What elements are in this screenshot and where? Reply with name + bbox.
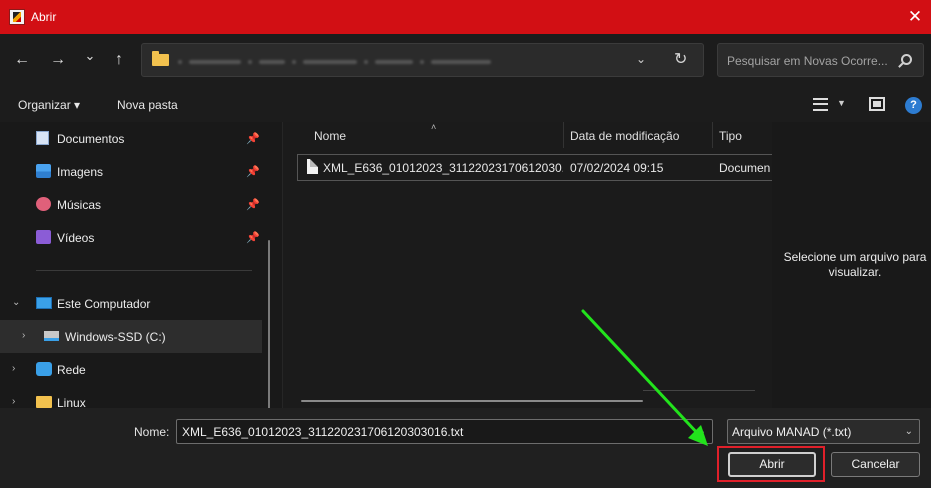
- search-input[interactable]: Pesquisar em Novas Ocorre...: [717, 43, 924, 77]
- documents-icon: [36, 131, 49, 145]
- address-row: ← → ⌄ ↑ ⌄ ↻ Pesquisar em Novas Ocorre...: [0, 34, 931, 88]
- text-file-icon: [307, 159, 318, 174]
- sidebar-item-label: Documentos: [57, 132, 125, 146]
- sidebar-item-musicas[interactable]: Músicas 📌: [0, 188, 262, 221]
- file-type-filter-select[interactable]: Arquivo MANAD (*.txt) ⌄: [727, 419, 920, 444]
- pin-icon[interactable]: 📌: [246, 198, 260, 211]
- music-icon: [36, 197, 51, 211]
- preview-pane-icon[interactable]: [869, 97, 885, 111]
- sidebar-item-label: Rede: [57, 363, 86, 377]
- recent-locations-chevron-icon[interactable]: ⌄: [79, 45, 101, 67]
- pin-icon[interactable]: 📌: [246, 231, 260, 244]
- videos-icon: [36, 230, 51, 244]
- file-type-filter-value: Arquivo MANAD (*.txt): [732, 425, 852, 439]
- dialog-footer: Nome: XML_E636_01012023_3112202317061203…: [0, 408, 931, 488]
- sidebar-item-label: Vídeos: [57, 231, 95, 245]
- sidebar-item-linux[interactable]: › Linux: [0, 386, 262, 408]
- preview-message-line1: Selecione um arquivo para: [783, 250, 927, 264]
- file-name-label: Nome:: [134, 425, 170, 439]
- file-name: XML_E636_01012023_31122023170612030...: [323, 161, 563, 175]
- horizontal-scrollbar[interactable]: [301, 400, 643, 402]
- navigation-pane: Documentos 📌 Imagens 📌 Músicas 📌 Vídeos …: [0, 122, 270, 408]
- preview-pane: Selecione um arquivo para visualizar.: [772, 122, 931, 408]
- up-arrow-icon[interactable]: ↑: [108, 49, 130, 71]
- organize-menu-button[interactable]: Organizar ▾: [18, 98, 80, 112]
- search-placeholder: Pesquisar em Novas Ocorre...: [727, 54, 888, 68]
- preview-message-line2: visualizar.: [828, 265, 882, 279]
- pictures-icon: [36, 164, 51, 178]
- address-bar[interactable]: ⌄ ↻: [141, 43, 704, 77]
- sidebar-divider: [36, 270, 252, 271]
- sidebar-item-label: Imagens: [57, 165, 104, 179]
- file-type: Documen: [719, 161, 771, 175]
- address-dropdown-chevron-icon[interactable]: ⌄: [636, 52, 646, 66]
- sidebar-item-label: Músicas: [57, 198, 102, 212]
- column-separator[interactable]: [563, 122, 564, 148]
- collapse-chevron-icon[interactable]: ⌄: [12, 297, 20, 308]
- file-name-value: XML_E636_01012023_31122023170612030301​6…: [182, 425, 464, 439]
- network-icon: [36, 362, 52, 376]
- drive-icon: [44, 331, 59, 341]
- sort-ascending-icon: ˄: [431, 122, 437, 132]
- preview-message: Selecione um arquivo para visualizar.: [776, 250, 931, 280]
- folder-icon: [152, 51, 169, 66]
- window-title: Abrir: [31, 10, 57, 24]
- app-logo-icon: [9, 9, 25, 25]
- help-icon[interactable]: ?: [905, 97, 922, 114]
- back-arrow-icon[interactable]: ←: [11, 49, 33, 71]
- refresh-icon[interactable]: ↻: [674, 49, 687, 69]
- pin-icon[interactable]: 📌: [246, 165, 260, 178]
- sidebar-item-rede[interactable]: › Rede: [0, 353, 262, 386]
- sidebar-item-videos[interactable]: Vídeos 📌: [0, 221, 262, 254]
- scroll-track: [643, 390, 755, 391]
- pin-icon[interactable]: 📌: [246, 132, 260, 145]
- file-list: ˄ Nome Data de modificação Tipo XML_E636…: [282, 122, 773, 408]
- title-bar: Abrir ✕: [0, 0, 931, 34]
- sidebar-item-documentos[interactable]: Documentos 📌: [0, 122, 262, 155]
- sidebar-item-label: Este Computador: [57, 297, 151, 311]
- search-icon[interactable]: [901, 54, 912, 65]
- sidebar-item-este-computador[interactable]: ⌄ Este Computador: [0, 287, 262, 320]
- file-row[interactable]: XML_E636_01012023_31122023170612030... 0…: [297, 154, 773, 181]
- sidebar-item-imagens[interactable]: Imagens 📌: [0, 155, 262, 188]
- command-toolbar: Organizar ▾ Nova pasta ▼ ?: [0, 88, 931, 122]
- blurred-breadcrumb: [178, 60, 491, 64]
- chevron-down-icon[interactable]: ⌄: [905, 426, 913, 437]
- sidebar-item-label: Windows-SSD (C:): [65, 330, 166, 344]
- expand-chevron-icon[interactable]: ›: [12, 363, 15, 374]
- sidebar-scrollbar[interactable]: [268, 240, 270, 408]
- column-header-tipo[interactable]: Tipo: [719, 129, 742, 143]
- column-header-data-modificacao[interactable]: Data de modificação: [570, 129, 679, 143]
- close-icon[interactable]: ✕: [905, 7, 925, 27]
- view-options-chevron-icon[interactable]: ▼: [837, 98, 846, 108]
- expand-chevron-icon[interactable]: ›: [22, 330, 25, 341]
- chevron-down-icon[interactable]: ⌄: [698, 426, 706, 437]
- view-list-icon[interactable]: [813, 98, 828, 111]
- expand-chevron-icon[interactable]: ›: [12, 396, 15, 407]
- column-separator[interactable]: [712, 122, 713, 148]
- forward-arrow-icon[interactable]: →: [47, 49, 69, 71]
- computer-icon: [36, 297, 52, 309]
- sidebar-item-label: Linux: [57, 396, 86, 408]
- cancel-button[interactable]: Cancelar: [831, 452, 920, 477]
- linux-folder-icon: [36, 396, 52, 408]
- file-modified-date: 07/02/2024 09:15: [570, 161, 664, 175]
- file-name-input[interactable]: XML_E636_01012023_31122023170612030301​6…: [176, 419, 713, 444]
- new-folder-button[interactable]: Nova pasta: [117, 98, 178, 112]
- sidebar-item-windows-ssd[interactable]: › Windows-SSD (C:): [0, 320, 262, 353]
- column-header-nome[interactable]: Nome: [314, 129, 346, 143]
- open-button[interactable]: Abrir: [728, 452, 816, 477]
